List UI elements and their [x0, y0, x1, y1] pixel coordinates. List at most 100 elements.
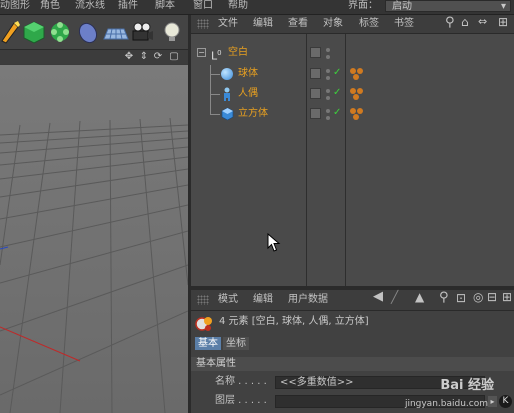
- object-row-cube[interactable]: 立方体 ✓: [191, 94, 514, 123]
- home-icon[interactable]: ⌂: [461, 16, 469, 28]
- drag-grip-icon[interactable]: [197, 295, 209, 305]
- selection-description: 4 元素 [空白, 球体, 人偶, 立方体]: [219, 316, 369, 327]
- 3d-viewport[interactable]: [0, 65, 188, 413]
- om-menu-tags[interactable]: 标签: [359, 18, 379, 30]
- visibility-toggle[interactable]: [310, 88, 321, 99]
- menu-plugins[interactable]: 插件: [118, 0, 138, 12]
- om-menu-objects[interactable]: 对象: [323, 18, 343, 30]
- forward-arrow-icon[interactable]: ╱: [391, 291, 398, 303]
- move-view-icon[interactable]: ✥: [123, 51, 135, 63]
- tree-line: [210, 74, 211, 94]
- drag-grip-icon[interactable]: [197, 19, 209, 29]
- new-panel-icon[interactable]: ⊞: [498, 16, 508, 28]
- phong-tag-icon[interactable]: [349, 87, 365, 101]
- layout-select-value: 启动: [392, 1, 412, 12]
- attributes-menubar: 模式 编辑 用户数据 ◀ ╱ ▲ ⚲ ⊡ ◎ ⊟ ⊞: [191, 290, 514, 311]
- section-header: 基本属性: [191, 357, 514, 371]
- om-menu-file[interactable]: 文件: [218, 18, 238, 30]
- target-icon[interactable]: ◎: [473, 291, 483, 303]
- menu-help[interactable]: 帮助: [228, 0, 248, 12]
- object-manager-menubar: 文件 编辑 查看 对象 标签 书签 ⚲ ⌂ ⇔ ⊞: [191, 15, 514, 34]
- tab-basic[interactable]: 基本: [195, 337, 221, 350]
- layer-picker-icon[interactable]: K: [499, 395, 512, 408]
- om-menu-view[interactable]: 查看: [288, 18, 308, 30]
- cube-object-icon[interactable]: [22, 19, 46, 45]
- watermark-logo: Bai 经验: [440, 378, 494, 393]
- attr-menu-user-data[interactable]: 用户数据: [288, 294, 328, 306]
- collapse-icon[interactable]: −: [197, 48, 206, 57]
- object-name[interactable]: 球体: [238, 67, 258, 81]
- editor-visibility-dot[interactable]: [326, 89, 330, 93]
- new-panel-icon[interactable]: ⊞: [502, 291, 512, 303]
- deformer-icon[interactable]: [76, 19, 100, 45]
- object-name[interactable]: 空白: [228, 46, 248, 60]
- object-row-figure[interactable]: 人偶 ✓: [191, 74, 514, 103]
- menu-pipeline[interactable]: 流水线: [75, 0, 105, 12]
- tree-line: [210, 74, 220, 75]
- dropdown-arrow-icon[interactable]: ▸: [488, 396, 497, 407]
- visibility-toggle[interactable]: [310, 108, 321, 119]
- lock-icon[interactable]: ⊡: [456, 292, 466, 304]
- editor-visibility-dot[interactable]: [326, 109, 330, 113]
- watermark-url: jingyan.baidu.com: [404, 399, 488, 409]
- chain-icon[interactable]: ⇔: [478, 16, 487, 28]
- cube-object-icon: [221, 107, 234, 121]
- name-field-value: <<多重数值>>: [280, 377, 354, 388]
- menu-window[interactable]: 窗口: [193, 0, 213, 12]
- light-icon[interactable]: [160, 19, 184, 45]
- maximize-icon[interactable]: ⊟: [487, 291, 497, 303]
- om-menu-edit[interactable]: 编辑: [253, 18, 273, 30]
- visibility-toggle[interactable]: [310, 47, 321, 58]
- object-name[interactable]: 立方体: [238, 107, 268, 121]
- attributes-body: 4 元素 [空白, 球体, 人偶, 立方体] 基本 坐标 基本属性 名称 . .…: [191, 311, 514, 413]
- attr-menu-mode[interactable]: 模式: [218, 294, 238, 306]
- tree-line: [210, 94, 211, 114]
- chevron-down-icon: ▾: [500, 1, 506, 12]
- mouse-cursor-icon: [267, 233, 281, 252]
- layout-label: 界面：: [348, 0, 378, 11]
- tab-coordinates[interactable]: 坐标: [223, 337, 249, 350]
- array-generator-icon[interactable]: [48, 19, 72, 45]
- back-arrow-icon[interactable]: ◀: [373, 290, 383, 303]
- null-object-icon: L0: [211, 49, 222, 63]
- enabled-check-icon[interactable]: ✓: [333, 87, 341, 99]
- maximize-view-icon[interactable]: ▢: [168, 51, 180, 63]
- render-visibility-dot[interactable]: [326, 116, 330, 120]
- figure-object-icon: [224, 87, 230, 101]
- field-label-name: 名称 . . . . .: [215, 376, 267, 387]
- menu-character[interactable]: 角色: [40, 0, 60, 12]
- viewport-header: ✥ ⇕ ⟳ ▢: [0, 50, 188, 64]
- phong-tag-icon[interactable]: [349, 107, 365, 121]
- rotate-view-icon[interactable]: ⟳: [152, 51, 164, 63]
- editor-visibility-dot[interactable]: [326, 48, 330, 52]
- object-name[interactable]: 人偶: [238, 87, 258, 101]
- attr-menu-edit[interactable]: 编辑: [253, 294, 273, 306]
- camera-icon[interactable]: [130, 19, 154, 45]
- render-visibility-dot[interactable]: [326, 55, 330, 59]
- menu-script[interactable]: 脚本: [155, 0, 175, 12]
- phong-tag-icon[interactable]: [349, 67, 365, 81]
- tree-line: [210, 94, 220, 95]
- object-list: − L0 空白 球体 ✓ 人偶 ✓ 立方体 ✓: [191, 34, 514, 286]
- pen-tool-icon[interactable]: [0, 19, 24, 45]
- perspective-grid: [0, 65, 188, 413]
- visibility-toggle[interactable]: [310, 68, 321, 79]
- om-menu-bookmarks[interactable]: 书签: [394, 18, 414, 30]
- floor-environment-icon[interactable]: [102, 19, 130, 45]
- search-icon[interactable]: ⚲: [439, 291, 449, 304]
- enabled-check-icon[interactable]: ✓: [333, 107, 341, 119]
- tree-line: [210, 114, 220, 115]
- render-visibility-dot[interactable]: [326, 76, 330, 80]
- multi-object-icon: [195, 317, 212, 331]
- object-row-sphere[interactable]: 球体 ✓: [191, 65, 514, 83]
- editor-visibility-dot[interactable]: [326, 69, 330, 73]
- search-icon[interactable]: ⚲: [445, 16, 455, 29]
- render-visibility-dot[interactable]: [326, 96, 330, 100]
- cursor-arrow-icon[interactable]: ▲: [415, 291, 424, 303]
- object-row-null[interactable]: − L0 空白: [191, 44, 514, 63]
- layout-select[interactable]: 启动 ▾: [385, 0, 511, 12]
- dolly-view-icon[interactable]: ⇕: [138, 51, 150, 63]
- sphere-object-icon: [221, 68, 233, 80]
- enabled-check-icon[interactable]: ✓: [333, 67, 341, 79]
- menu-motion-graphics[interactable]: 动图形: [0, 0, 30, 12]
